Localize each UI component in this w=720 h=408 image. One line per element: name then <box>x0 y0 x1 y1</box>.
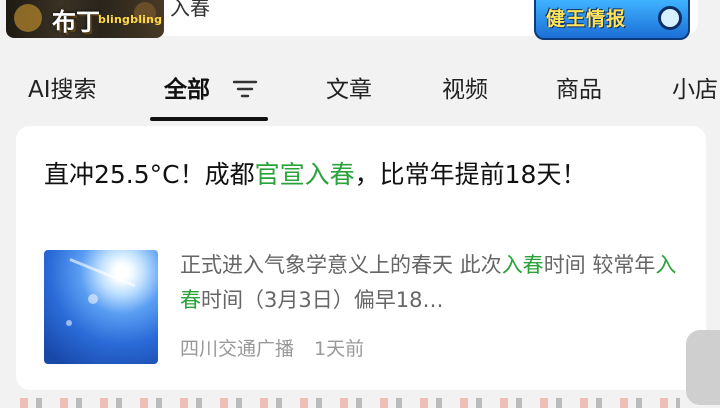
badge-sticker: 健王情报 <box>534 0 690 40</box>
badge-sticker-text: 健王情报 <box>546 8 627 30</box>
tab-products[interactable]: 商品 <box>556 70 602 104</box>
result-time: 1天前 <box>314 338 365 360</box>
tab-ai-search[interactable]: AI搜索 <box>28 70 97 104</box>
title-highlight: 官宣入春 <box>254 160 355 189</box>
magnifier-icon <box>658 6 682 30</box>
result-source[interactable]: 四川交通广播 <box>180 338 294 360</box>
tab-shops[interactable]: 小店 <box>672 70 718 104</box>
result-tabs: AI搜索 全部 文章 视频 商品 小店 <box>0 58 720 124</box>
filter-icon[interactable] <box>232 78 258 100</box>
result-meta: 四川交通广播 1天前 <box>180 334 384 361</box>
lens-flare <box>88 294 98 304</box>
logo-sticker-subtext: blingbling <box>98 13 163 26</box>
title-text: 直冲25.5°C！成都 <box>44 160 255 189</box>
lens-flare <box>66 320 72 326</box>
summary-highlight: 入春 <box>501 253 544 277</box>
logo-sticker: 布丁 blingbling <box>6 0 164 38</box>
tab-videos[interactable]: 视频 <box>442 70 488 104</box>
result-summary: 正式进入气象学意义上的春天 此次入春时间 较常年入春时间（3月3日）偏早18… <box>180 248 680 318</box>
logo-sticker-text: 布丁 <box>52 8 100 36</box>
title-text: ，比常年提前18天！ <box>354 160 587 189</box>
sun-ray <box>69 258 136 288</box>
tab-articles[interactable]: 文章 <box>326 70 372 104</box>
sticker-decoration <box>14 4 42 32</box>
summary-text: 时间（3月3日）偏早18… <box>201 288 444 312</box>
search-result-card[interactable]: 直冲25.5°C！成都官宣入春，比常年提前18天！ 正式进入气象学意义上的春天 … <box>16 126 706 390</box>
result-title[interactable]: 直冲25.5°C！成都官宣入春，比常年提前18天！ <box>44 154 664 196</box>
search-query-text[interactable]: 入春 <box>170 0 210 21</box>
summary-text: 正式进入气象学意义上的春天 此次 <box>180 253 502 277</box>
search-header: 布丁 blingbling 入春 健王情报 <box>0 0 720 50</box>
tab-all[interactable]: 全部 <box>164 70 210 104</box>
active-tab-indicator <box>150 117 268 121</box>
scrollbar-thumb[interactable] <box>686 330 720 405</box>
result-thumbnail[interactable] <box>44 250 158 364</box>
next-result-preview <box>20 398 680 408</box>
summary-text: 时间 较常年 <box>543 253 656 277</box>
